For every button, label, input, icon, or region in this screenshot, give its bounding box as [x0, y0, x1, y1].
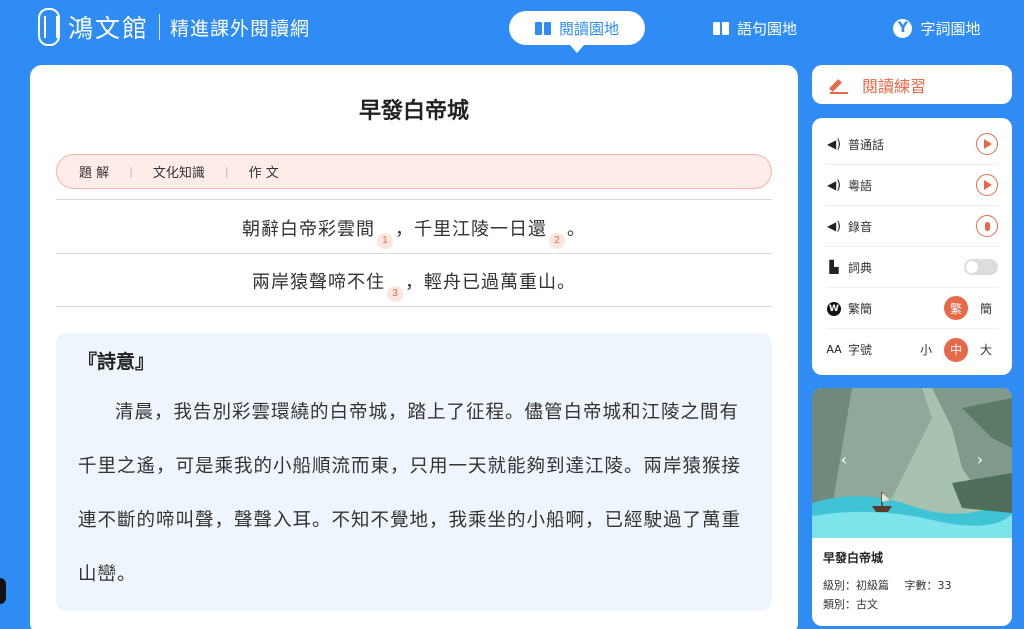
simplified-option[interactable]: 簡 [974, 296, 998, 320]
play-cantonese-button[interactable] [976, 174, 998, 196]
article-title: 早發白帝城 [358, 98, 469, 124]
header: 鴻文館 精進課外閱讀網 閱讀園地 語句園地 Y 字詞園地 [0, 0, 1024, 58]
poem-meaning-box: 『詩意』 清晨，我告別彩雲環繞的白帝城，踏上了征程。儘管白帝城和江陵之間有千里之… [56, 333, 772, 611]
fontsize-medium-option[interactable]: 中 [944, 337, 968, 362]
poem-line: 兩岸猿聲啼不住3，輕舟已過萬重山。 [56, 268, 772, 302]
reading-practice-button[interactable]: 閱讀練習 [812, 65, 1012, 104]
meaning-text: 清晨，我告別彩雲環繞的白帝城，踏上了征程。儘管白帝城和江陵之間有千里之遙，可是乘… [78, 402, 742, 585]
poem-text: ，千里江陵一日還 [395, 219, 547, 240]
fontsize-row: AA 字號 小 中 大 [826, 329, 998, 370]
poem-text: 。 [557, 272, 576, 293]
mandarin-label: 普通話 [848, 137, 885, 152]
book-icon [534, 21, 551, 35]
speaker-icon: ◀) [827, 219, 841, 233]
annotation-marker[interactable]: 3 [387, 286, 403, 302]
card-type: 類別：古文 [823, 598, 878, 611]
tab-explanation[interactable]: 題 解 [79, 162, 109, 181]
record-label: 錄音 [848, 219, 873, 234]
tab-writing[interactable]: 作 文 [249, 162, 279, 181]
card-word-count: 字數：33 [904, 579, 952, 592]
meaning-heading: 『詩意』 [78, 351, 155, 373]
nav-tab-reading[interactable]: 閱讀園地 [509, 11, 645, 53]
pencil-icon [830, 76, 848, 94]
article-subtabs: 題 解 | 文化知識 | 作 文 [56, 154, 772, 189]
nav-tab-label: 字詞園地 [920, 19, 981, 38]
dictionary-label: 詞典 [848, 260, 873, 275]
divider [56, 306, 772, 307]
fontsize-large-option[interactable]: 大 [974, 338, 998, 362]
poem-text: 。 [567, 219, 586, 240]
logo-icon [38, 8, 60, 46]
divider [56, 253, 772, 254]
nav-tab-sentences[interactable]: 語句園地 [692, 11, 818, 45]
speaker-icon: ◀) [827, 178, 841, 192]
nav-tab-label: 閱讀園地 [558, 19, 619, 38]
practice-label: 閱讀練習 [862, 76, 927, 96]
carousel-next-arrow[interactable]: › [973, 450, 987, 469]
annotation-marker[interactable]: 2 [549, 233, 565, 249]
mandarin-row: ◀) 普通話 [826, 124, 998, 165]
bookmark-book-icon: ▙ [829, 260, 839, 274]
site-logo[interactable]: 鴻文館 精進課外閱讀網 [38, 8, 310, 46]
carousel-prev-arrow[interactable]: ‹ [837, 450, 851, 469]
card-level: 級別：初級篇 [823, 579, 889, 592]
poem-text: 朝辭白帝彩雲間 [242, 219, 375, 240]
brand-name: 鴻文館 [68, 14, 150, 43]
book-icon [712, 21, 729, 35]
divider [56, 199, 772, 200]
edge-handle [0, 578, 6, 604]
fontsize-small-option[interactable]: 小 [914, 338, 938, 362]
card-title: 早發白帝城 [823, 551, 884, 565]
script-label: 繁簡 [848, 301, 873, 316]
record-row: ◀) 錄音 [826, 206, 998, 247]
card-meta-row: 級別：初級篇 字數：33 [823, 577, 964, 593]
cantonese-label: 粵語 [848, 178, 873, 193]
play-mandarin-button[interactable] [976, 133, 998, 155]
nav-tab-label: 語句園地 [736, 19, 797, 38]
dictionary-row: ▙ 詞典 [826, 247, 998, 288]
microphone-button[interactable] [976, 215, 998, 237]
logo-divider [159, 14, 161, 40]
tab-divider: | [224, 165, 229, 178]
font-size-icon: AA [826, 343, 842, 356]
script-row: W 繁簡 繁 簡 [826, 288, 998, 329]
fontsize-label: 字號 [848, 343, 873, 357]
brand-subtitle: 精進課外閱讀網 [170, 17, 311, 40]
cantonese-row: ◀) 粵語 [826, 165, 998, 206]
speaker-icon: ◀) [827, 137, 841, 151]
poem-text: 兩岸猿聲啼不住 [252, 272, 385, 293]
poem-line: 朝辭白帝彩雲間1，千里江陵一日還2。 [56, 215, 772, 249]
poem-card[interactable]: ‹ › 早發白帝城 級別：初級篇 字數：33 類別：古文 [812, 388, 1012, 626]
y-circle-icon: Y [893, 18, 913, 38]
traditional-option[interactable]: 繁 [944, 296, 968, 320]
annotation-marker[interactable]: 1 [377, 233, 393, 249]
poem-text: ，輕舟已過萬重山 [405, 272, 557, 293]
audio-controls-panel: ◀) 普通話 ◀) 粵語 ◀) 錄音 ▙ 詞典 W 繁簡 繁 簡 AA 字號 小… [812, 118, 1012, 375]
tab-culture[interactable]: 文化知識 [153, 162, 205, 181]
w-circle-icon: W [826, 300, 842, 316]
nav-tab-words[interactable]: Y 字詞園地 [874, 11, 1000, 45]
article-panel: 早發白帝城 題 解 | 文化知識 | 作 文 朝辭白帝彩雲間1，千里江陵一日還2… [30, 65, 798, 629]
tab-divider: | [129, 165, 133, 178]
dictionary-toggle[interactable] [964, 259, 998, 275]
